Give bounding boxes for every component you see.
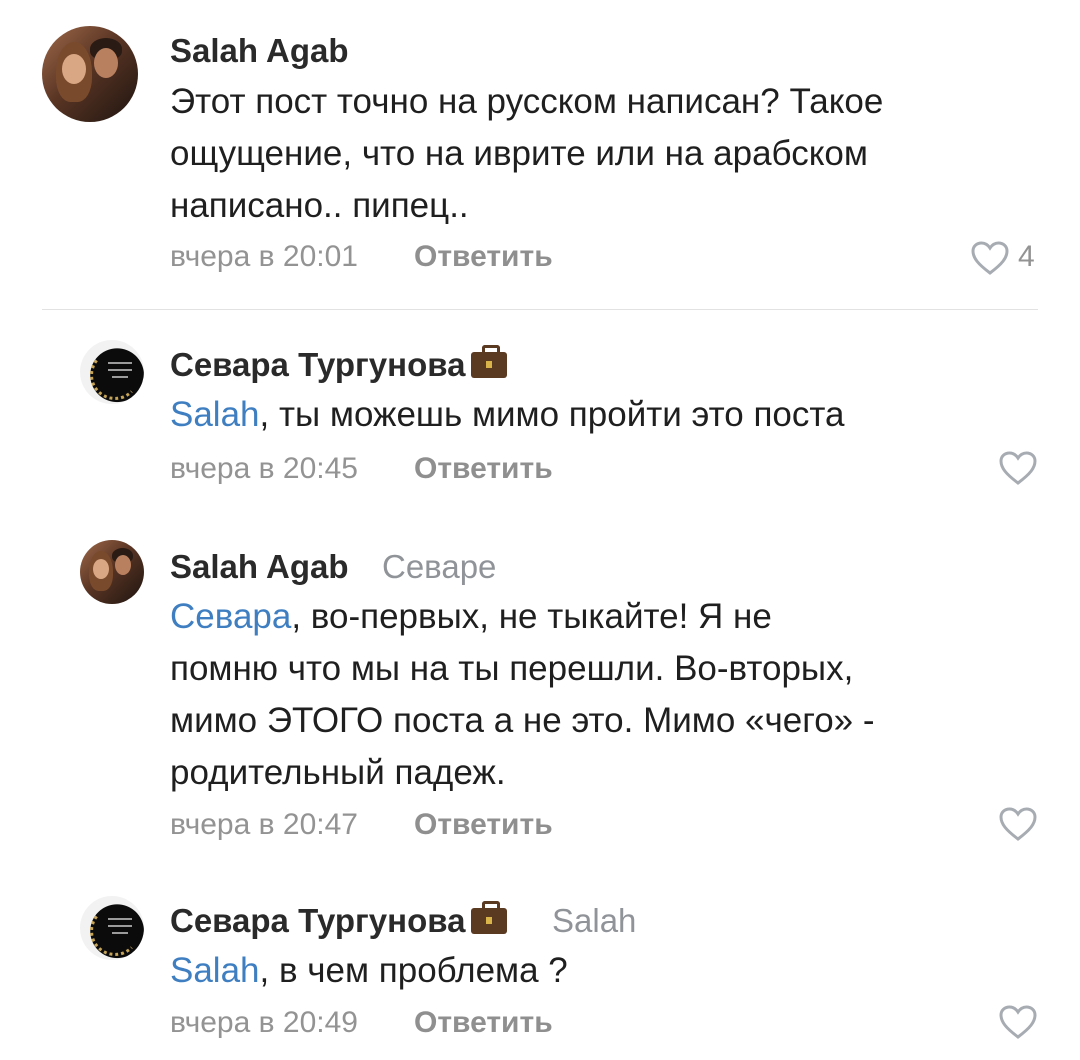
author-name[interactable]: Севара Тургунова bbox=[170, 902, 465, 939]
avatar[interactable] bbox=[80, 340, 144, 404]
heart-icon[interactable] bbox=[998, 806, 1038, 842]
mention-link[interactable]: Севара bbox=[170, 597, 291, 636]
comment-author[interactable]: Севара Тургунова bbox=[170, 901, 508, 940]
like-count: 4 bbox=[1018, 240, 1035, 273]
comment-text-line: помню что мы на ты перешли. Во-вторых, bbox=[170, 649, 854, 688]
reply-to-label[interactable]: Salah bbox=[552, 902, 636, 940]
comment-author[interactable]: Salah Agab bbox=[170, 548, 349, 586]
briefcase-icon bbox=[471, 345, 508, 378]
reply-button[interactable]: Ответить bbox=[414, 808, 553, 842]
reply-to-label[interactable]: Севаре bbox=[382, 548, 496, 586]
avatar[interactable] bbox=[42, 26, 138, 122]
comment-text-line: мимо ЭТОГО поста а не это. Мимо «чего» - bbox=[170, 701, 875, 740]
avatar[interactable] bbox=[80, 540, 144, 604]
reply-button[interactable]: Ответить bbox=[414, 452, 553, 486]
comment-text-line: ощущение, что на иврите или на арабском bbox=[170, 134, 868, 173]
comment-text-line: Севара, во-первых, не тыкайте! Я не bbox=[170, 591, 990, 643]
heart-icon[interactable] bbox=[970, 240, 1010, 276]
briefcase-icon bbox=[471, 901, 508, 934]
comment-timestamp: вчера в 20:47 bbox=[170, 808, 358, 841]
comment-timestamp: вчера в 20:45 bbox=[170, 452, 358, 485]
comment-text-line: Этот пост точно на русском написан? Тако… bbox=[170, 82, 884, 121]
author-name[interactable]: Севара Тургунова bbox=[170, 346, 465, 383]
mention-link[interactable]: Salah bbox=[170, 951, 260, 990]
heart-icon[interactable] bbox=[998, 450, 1038, 486]
avatar[interactable] bbox=[80, 896, 144, 960]
comment-text: Севара, во-первых, не тыкайте! Я не помн… bbox=[170, 591, 990, 799]
comment-timestamp: вчера в 20:49 bbox=[170, 1006, 358, 1039]
reply-button[interactable]: Ответить bbox=[414, 1006, 553, 1040]
comment-timestamp: вчера в 20:01 bbox=[170, 240, 358, 273]
thread-divider bbox=[42, 309, 1038, 310]
comment-author[interactable]: Севара Тургунова bbox=[170, 345, 508, 384]
mention-link[interactable]: Salah bbox=[170, 395, 260, 434]
comment-text: Salah, в чем проблема ? bbox=[170, 945, 990, 997]
comment-text: Этот пост точно на русском написан? Тако… bbox=[170, 76, 990, 232]
comment-text-line: написано.. пипец.. bbox=[170, 186, 469, 225]
comment-author[interactable]: Salah Agab bbox=[170, 32, 349, 70]
comment-text-line: родительный падеж. bbox=[170, 753, 506, 792]
comment-text-body: , во-первых, не тыкайте! Я не bbox=[291, 597, 772, 636]
heart-icon[interactable] bbox=[998, 1004, 1038, 1040]
reply-button[interactable]: Ответить bbox=[414, 240, 553, 274]
comment-text-body: , ты можешь мимо пройти это поста bbox=[259, 395, 845, 434]
comment-text: Salah, ты можешь мимо пройти это поста bbox=[170, 389, 990, 441]
comment-text-body: , в чем проблема ? bbox=[259, 951, 568, 990]
